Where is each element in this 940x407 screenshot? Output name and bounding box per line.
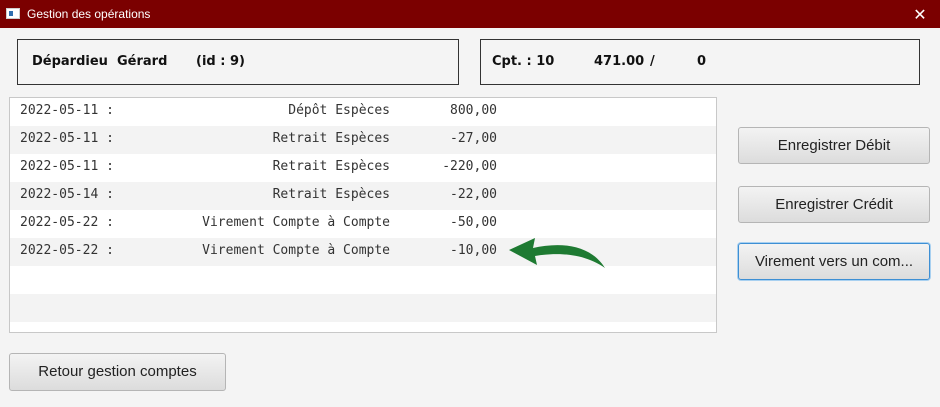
account-number: Cpt. : 10 (492, 54, 555, 69)
operation-amount: -10,00 (450, 243, 497, 258)
transfer-button[interactable]: Virement vers un com... (738, 243, 930, 280)
list-item[interactable]: 2022-05-22 : Virement Compte à Compte -5… (10, 210, 716, 238)
list-item[interactable]: 2022-05-14 : Retrait Espèces -22,00 (10, 182, 716, 210)
back-to-accounts-button[interactable]: Retour gestion comptes (9, 353, 226, 391)
operation-amount: -27,00 (450, 131, 497, 146)
list-item[interactable]: 2022-05-22 : Virement Compte à Compte -1… (10, 238, 716, 266)
empty-row (10, 294, 716, 322)
account-separator: / (650, 54, 655, 69)
client-id: (id : 9) (196, 54, 245, 69)
list-item[interactable]: 2022-05-11 : Dépôt Espèces 800,00 (10, 98, 716, 126)
empty-row (10, 266, 716, 294)
window-title: Gestion des opérations (27, 7, 151, 21)
curved-arrow-icon (509, 238, 605, 268)
list-item[interactable]: 2022-05-11 : Retrait Espèces -27,00 (10, 126, 716, 154)
operation-amount: -22,00 (450, 187, 497, 202)
account-info-box: Cpt. : 10 471.00 / 0 (480, 39, 920, 85)
list-item[interactable]: 2022-05-11 : Retrait Espèces -220,00 (10, 154, 716, 182)
operation-amount: -220,00 (442, 159, 497, 174)
client-name: Dépardieu Gérard (32, 54, 168, 69)
title-bar: Gestion des opérations ✕ (0, 0, 940, 28)
account-balance: 471.00 (594, 54, 645, 69)
operations-list[interactable]: 2022-05-11 : Dépôt Espèces 800,00 2022-0… (9, 97, 717, 333)
close-icon[interactable]: ✕ (900, 0, 940, 28)
record-credit-button[interactable]: Enregistrer Crédit (738, 186, 930, 223)
operation-amount: 800,00 (450, 103, 497, 118)
client-info-box: Dépardieu Gérard (id : 9) (17, 39, 459, 85)
operation-amount: -50,00 (450, 215, 497, 230)
record-debit-button[interactable]: Enregistrer Débit (738, 127, 930, 164)
account-overdraft: 0 (697, 54, 707, 69)
app-window-icon (6, 8, 20, 19)
